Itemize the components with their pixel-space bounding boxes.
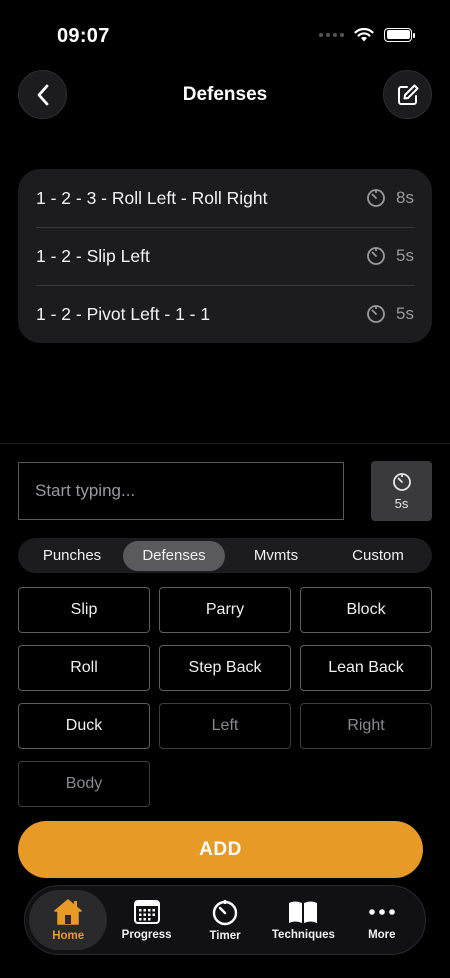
- tab-home[interactable]: Home: [29, 890, 108, 950]
- segment-punches[interactable]: Punches: [21, 541, 123, 571]
- chip-body[interactable]: Body: [18, 761, 150, 807]
- tab-label: Home: [52, 930, 85, 942]
- tab-timer[interactable]: Timer: [186, 890, 264, 950]
- more-icon: [369, 909, 395, 915]
- combo-text: 1 - 2 - Pivot Left - 1 - 1: [36, 303, 211, 324]
- chip-lean-back[interactable]: Lean Back: [300, 645, 432, 691]
- duration-label: 5s: [394, 495, 409, 511]
- chip-step-back[interactable]: Step Back: [159, 645, 291, 691]
- divider: [0, 443, 450, 444]
- tab-label: Progress: [121, 929, 172, 941]
- segment-defenses[interactable]: Defenses: [123, 540, 225, 571]
- edit-button[interactable]: [383, 70, 432, 119]
- chip-slip[interactable]: Slip: [18, 587, 150, 633]
- home-icon: [54, 899, 82, 925]
- edit-icon: [397, 84, 418, 105]
- chip-duck[interactable]: Duck: [18, 703, 150, 749]
- header: Defenses: [0, 70, 450, 120]
- timer-icon: [367, 189, 385, 207]
- timer-icon: [367, 247, 385, 265]
- timer-icon: [392, 472, 411, 491]
- tab-progress[interactable]: Progress: [107, 890, 185, 950]
- calendar-icon: [133, 900, 160, 924]
- combo-list: 1 - 2 - 3 - Roll Left - Roll Right 8s 1 …: [18, 169, 432, 343]
- chip-left[interactable]: Left: [159, 703, 291, 749]
- battery-icon: [384, 27, 415, 42]
- combo-duration-label: 5s: [396, 304, 414, 323]
- signal-icon: [319, 32, 344, 37]
- combo-duration: 8s: [366, 188, 414, 208]
- combo-duration: 5s: [366, 304, 414, 324]
- tab-techniques[interactable]: Techniques: [264, 890, 342, 950]
- status-icons: [319, 27, 415, 42]
- tab-label: Techniques: [271, 929, 335, 941]
- combo-input[interactable]: [18, 462, 344, 520]
- combo-duration-label: 5s: [396, 246, 414, 265]
- segment-mvmts[interactable]: Mvmts: [225, 541, 327, 571]
- combo-duration: 5s: [366, 246, 414, 266]
- combo-row[interactable]: 1 - 2 - 3 - Roll Left - Roll Right 8s: [18, 169, 432, 227]
- timer-icon: [367, 305, 385, 323]
- status-bar: 09:07: [0, 0, 450, 70]
- tab-bar: Home Progress Timer Techniques More: [24, 885, 426, 955]
- combo-duration-label: 8s: [396, 188, 414, 207]
- combo-text: 1 - 2 - Slip Left: [36, 245, 150, 266]
- add-button[interactable]: ADD: [18, 821, 423, 878]
- wifi-icon: [354, 27, 374, 42]
- category-segmented-control: Punches Defenses Mvmts Custom: [18, 538, 432, 573]
- chip-block[interactable]: Block: [300, 587, 432, 633]
- book-icon: [289, 901, 318, 923]
- chip-roll[interactable]: Roll: [18, 645, 150, 691]
- tab-label: Timer: [209, 930, 241, 942]
- chip-right[interactable]: Right: [300, 703, 432, 749]
- combo-row[interactable]: 1 - 2 - Pivot Left - 1 - 1 5s: [18, 285, 432, 343]
- combo-text: 1 - 2 - 3 - Roll Left - Roll Right: [36, 187, 268, 208]
- tab-label: More: [368, 929, 396, 941]
- duration-button[interactable]: 5s: [371, 461, 432, 521]
- technique-chips: Slip Parry Block Roll Step Back Lean Bac…: [18, 587, 432, 807]
- status-time: 09:07: [57, 25, 110, 47]
- segment-custom[interactable]: Custom: [327, 541, 429, 571]
- combo-row[interactable]: 1 - 2 - Slip Left 5s: [18, 227, 432, 285]
- tab-more[interactable]: More: [343, 890, 421, 950]
- timer-icon: [212, 900, 238, 926]
- chip-parry[interactable]: Parry: [159, 587, 291, 633]
